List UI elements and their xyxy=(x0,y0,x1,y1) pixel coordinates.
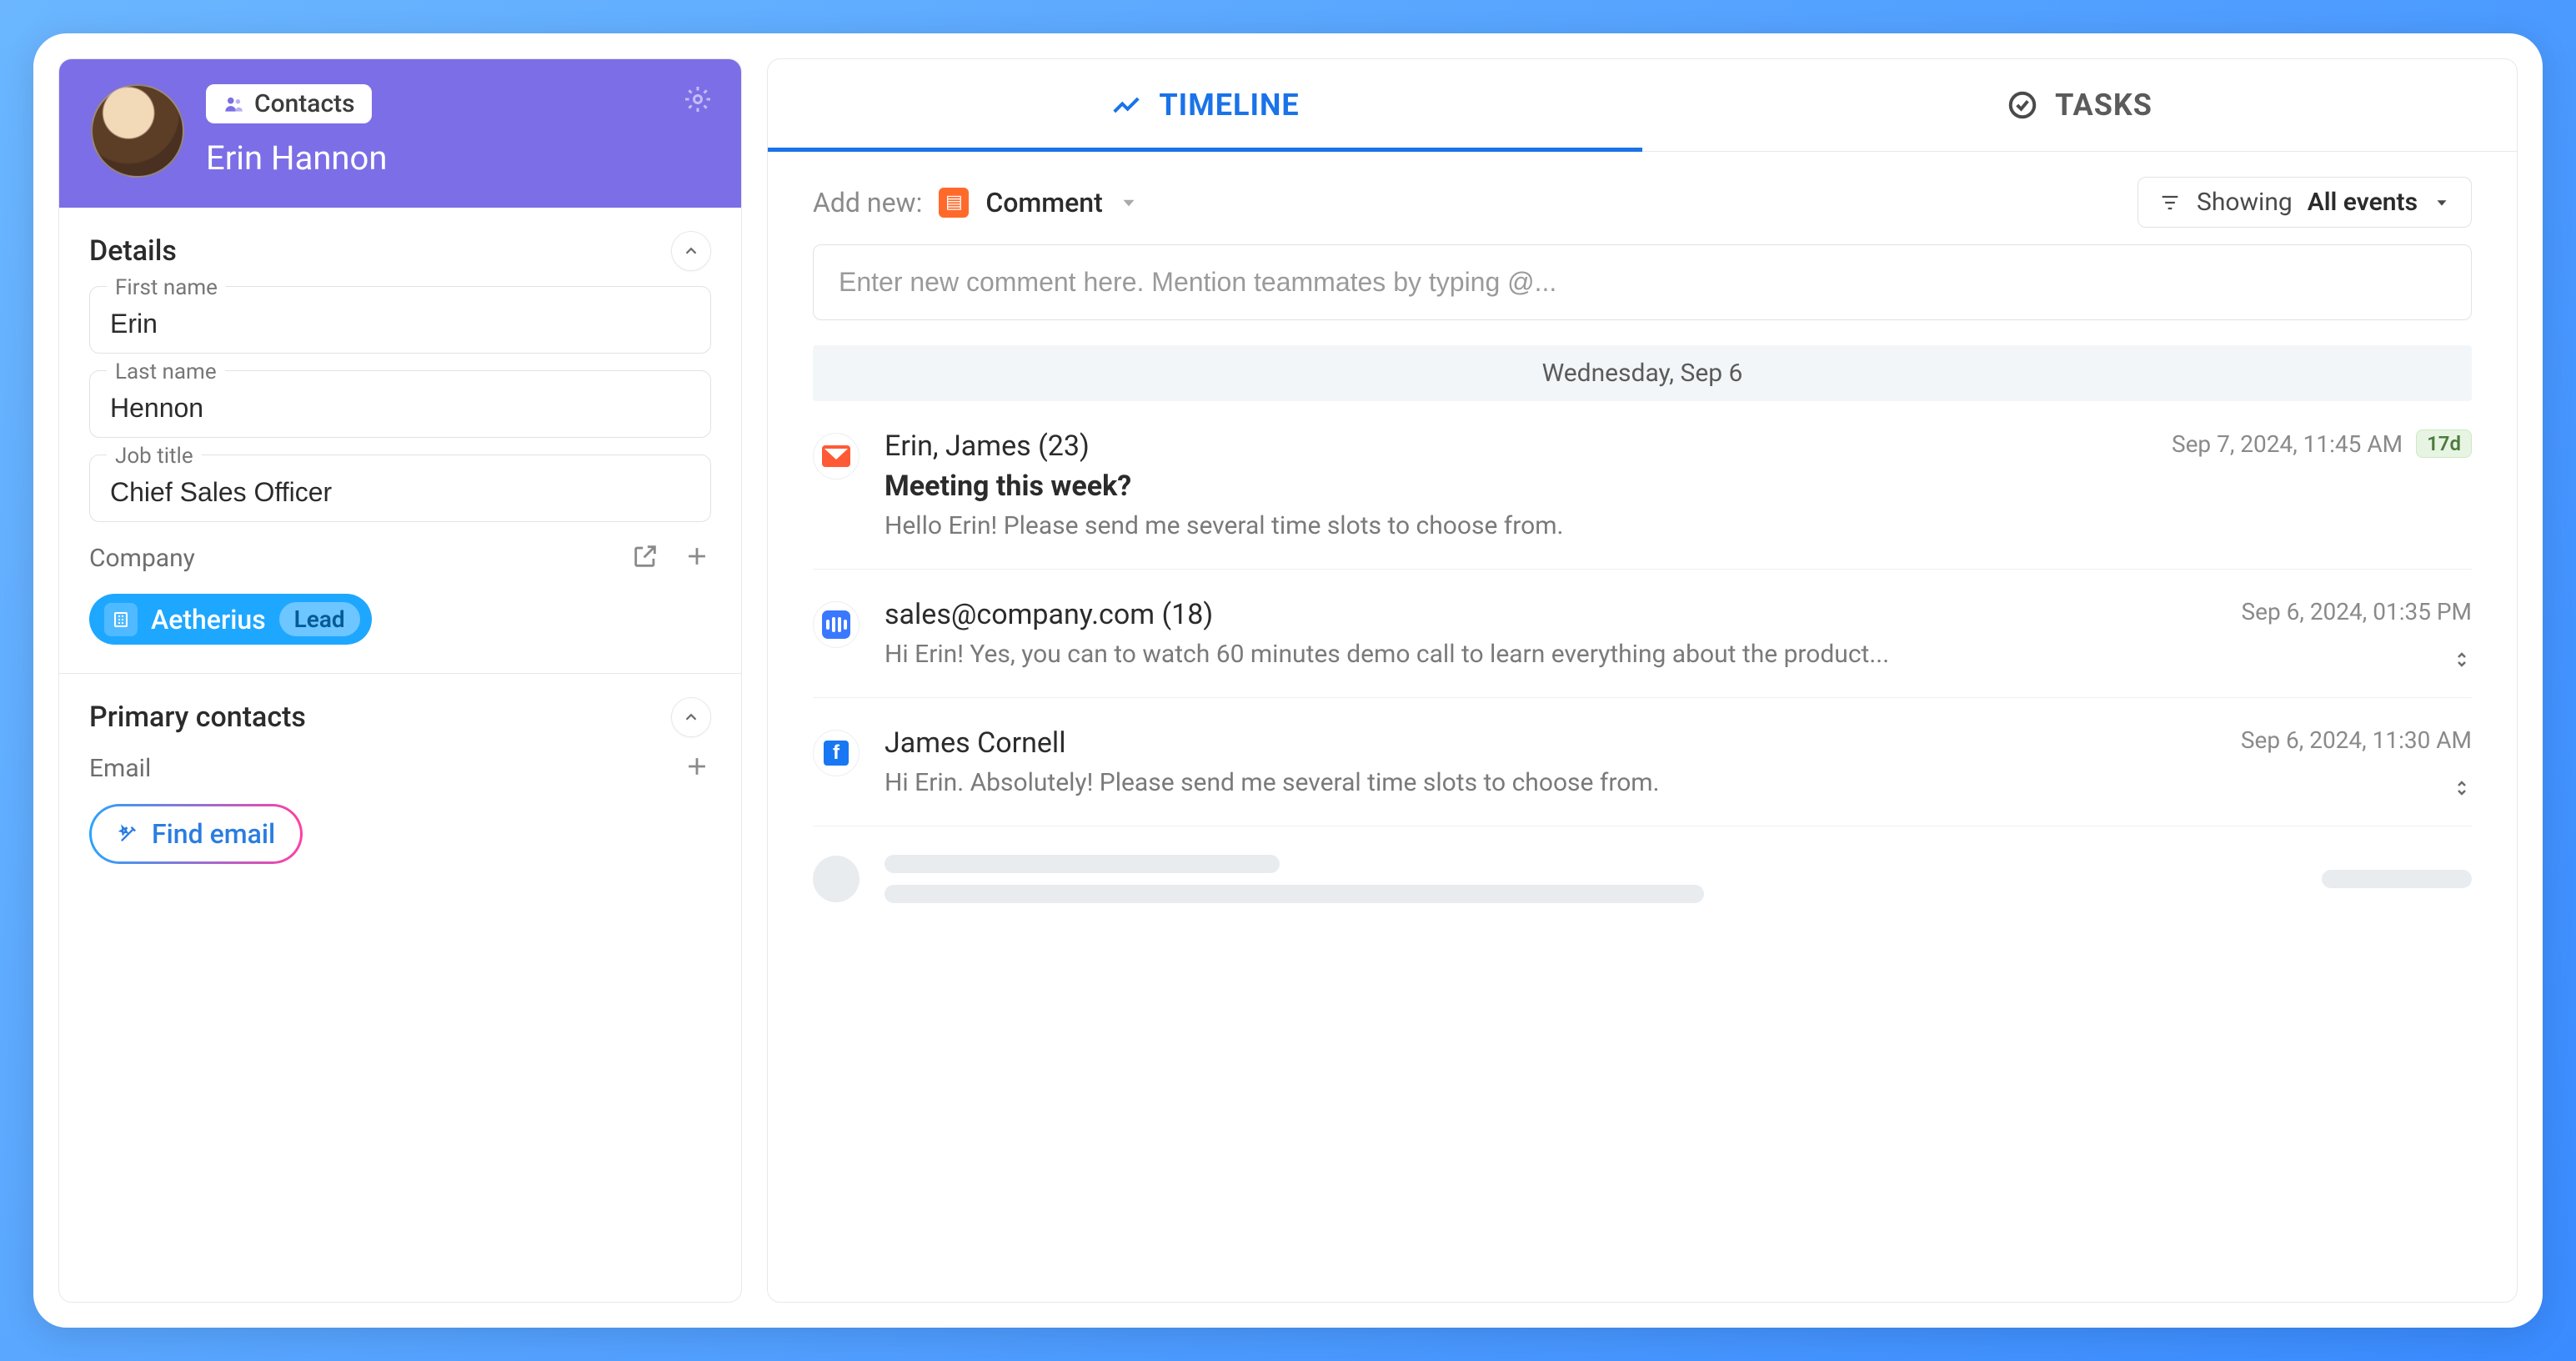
primary-contacts-title: Primary contacts xyxy=(89,701,306,734)
settings-button[interactable] xyxy=(683,84,713,118)
event-from: sales@company.com (18) xyxy=(885,598,1213,631)
chevron-down-icon xyxy=(2433,193,2451,212)
tab-tasks[interactable]: TASKS xyxy=(1642,59,2517,151)
event-preview: Hello Erin! Please send me several time … xyxy=(885,511,2472,540)
timeline-icon xyxy=(1110,89,1142,121)
event-source-icon xyxy=(813,601,860,648)
timeline-event[interactable]: sales@company.com (18) Sep 6, 2024, 01:3… xyxy=(813,570,2472,698)
primary-contacts-collapse-button[interactable] xyxy=(671,697,711,737)
filter-prefix: Showing xyxy=(2197,188,2293,217)
plus-icon xyxy=(683,542,711,570)
last-name-field[interactable]: Last name xyxy=(89,370,711,438)
events-filter[interactable]: Showing All events xyxy=(2137,177,2472,228)
app-frame: Contacts Erin Hannon Details First name xyxy=(33,33,2543,1328)
add-new-dropdown[interactable] xyxy=(1120,187,1138,218)
find-email-label: Find email xyxy=(152,818,275,850)
event-age-badge: 17d xyxy=(2416,429,2472,458)
check-circle-icon xyxy=(2007,89,2038,121)
find-email-button[interactable]: Find email xyxy=(89,804,303,864)
company-stage-badge: Lead xyxy=(279,602,360,636)
filter-icon xyxy=(2158,191,2182,214)
event-reorder-handle[interactable] xyxy=(2452,774,2472,806)
event-from: James Cornell xyxy=(885,726,1065,760)
contacts-chip[interactable]: Contacts xyxy=(206,84,372,123)
chevron-up-icon xyxy=(682,242,700,260)
email-icon xyxy=(822,445,850,467)
tab-timeline[interactable]: TIMELINE xyxy=(768,59,1642,151)
event-timestamp: Sep 6, 2024, 11:30 AM xyxy=(2241,726,2472,754)
add-new-type: Comment xyxy=(985,187,1102,218)
event-subject: Meeting this week? xyxy=(885,470,2472,503)
comment-icon: ▤ xyxy=(939,188,969,218)
sort-icon xyxy=(2452,774,2472,802)
last-name-input[interactable] xyxy=(110,393,690,424)
details-collapse-button[interactable] xyxy=(671,231,711,271)
event-timestamp: Sep 6, 2024, 01:35 PM xyxy=(2241,598,2472,625)
first-name-input[interactable] xyxy=(110,309,690,339)
loading-skeleton xyxy=(813,826,2472,932)
chevron-up-icon xyxy=(682,708,700,726)
timeline-toolbar: Add new: ▤ Comment Showing All events xyxy=(768,152,2517,244)
event-timestamp: Sep 7, 2024, 11:45 AM xyxy=(2172,430,2403,458)
event-preview: Hi Erin. Absolutely! Please send me seve… xyxy=(885,768,2472,797)
sort-icon xyxy=(2452,645,2472,674)
open-company-button[interactable] xyxy=(631,542,659,574)
event-source-icon xyxy=(813,433,860,480)
first-name-label: First name xyxy=(107,275,226,300)
email-label: Email xyxy=(89,754,151,783)
new-comment-input[interactable] xyxy=(813,244,2472,320)
company-chip[interactable]: Aetherius Lead xyxy=(89,594,372,645)
tab-bar: TIMELINE TASKS xyxy=(768,59,2517,152)
facebook-icon: f xyxy=(824,741,849,766)
add-new-label: Add new: xyxy=(813,187,922,218)
details-section: Details First name Last name Jo xyxy=(59,208,741,674)
external-link-icon xyxy=(631,542,659,570)
contact-name: Erin Hannon xyxy=(206,138,387,178)
contact-avatar[interactable] xyxy=(91,84,184,178)
filter-value: All events xyxy=(2308,188,2418,217)
contacts-chip-label: Contacts xyxy=(254,89,355,118)
building-icon xyxy=(111,610,131,630)
add-company-button[interactable] xyxy=(683,542,711,574)
magic-wand-icon xyxy=(117,822,140,846)
main-panel: TIMELINE TASKS Add new: ▤ Comment Showin… xyxy=(767,58,2518,1303)
add-email-button[interactable] xyxy=(683,752,711,784)
timeline-event[interactable]: f James Cornell Sep 6, 2024, 11:30 AM Hi… xyxy=(813,698,2472,826)
company-label: Company xyxy=(89,544,195,573)
add-new-control[interactable]: Add new: ▤ Comment xyxy=(813,187,1138,218)
tab-tasks-label: TASKS xyxy=(2055,88,2153,123)
event-reorder-handle[interactable] xyxy=(2452,645,2472,677)
date-separator: Wednesday, Sep 6 xyxy=(813,345,2472,401)
details-title: Details xyxy=(89,234,177,268)
event-source-icon: f xyxy=(813,730,860,776)
intercom-icon xyxy=(822,610,850,639)
contact-sidebar: Contacts Erin Hannon Details First name xyxy=(58,58,742,1303)
primary-contacts-section: Primary contacts Email Find email xyxy=(59,674,741,892)
event-preview: Hi Erin! Yes, you can to watch 60 minute… xyxy=(885,640,2472,669)
tab-timeline-label: TIMELINE xyxy=(1159,88,1299,123)
job-title-label: Job title xyxy=(107,444,202,469)
last-name-label: Last name xyxy=(107,359,225,384)
events-list: Erin, James (23) Sep 7, 2024, 11:45 AM 1… xyxy=(768,401,2517,932)
company-name: Aetherius xyxy=(151,604,266,635)
timeline-event[interactable]: Erin, James (23) Sep 7, 2024, 11:45 AM 1… xyxy=(813,401,2472,570)
first-name-field[interactable]: First name xyxy=(89,286,711,354)
gear-icon xyxy=(683,84,713,114)
job-title-field[interactable]: Job title xyxy=(89,455,711,522)
plus-icon xyxy=(683,752,711,781)
people-icon xyxy=(223,93,244,115)
event-from: Erin, James (23) xyxy=(885,429,1090,463)
sidebar-header: Contacts Erin Hannon xyxy=(59,59,741,208)
job-title-input[interactable] xyxy=(110,477,690,508)
